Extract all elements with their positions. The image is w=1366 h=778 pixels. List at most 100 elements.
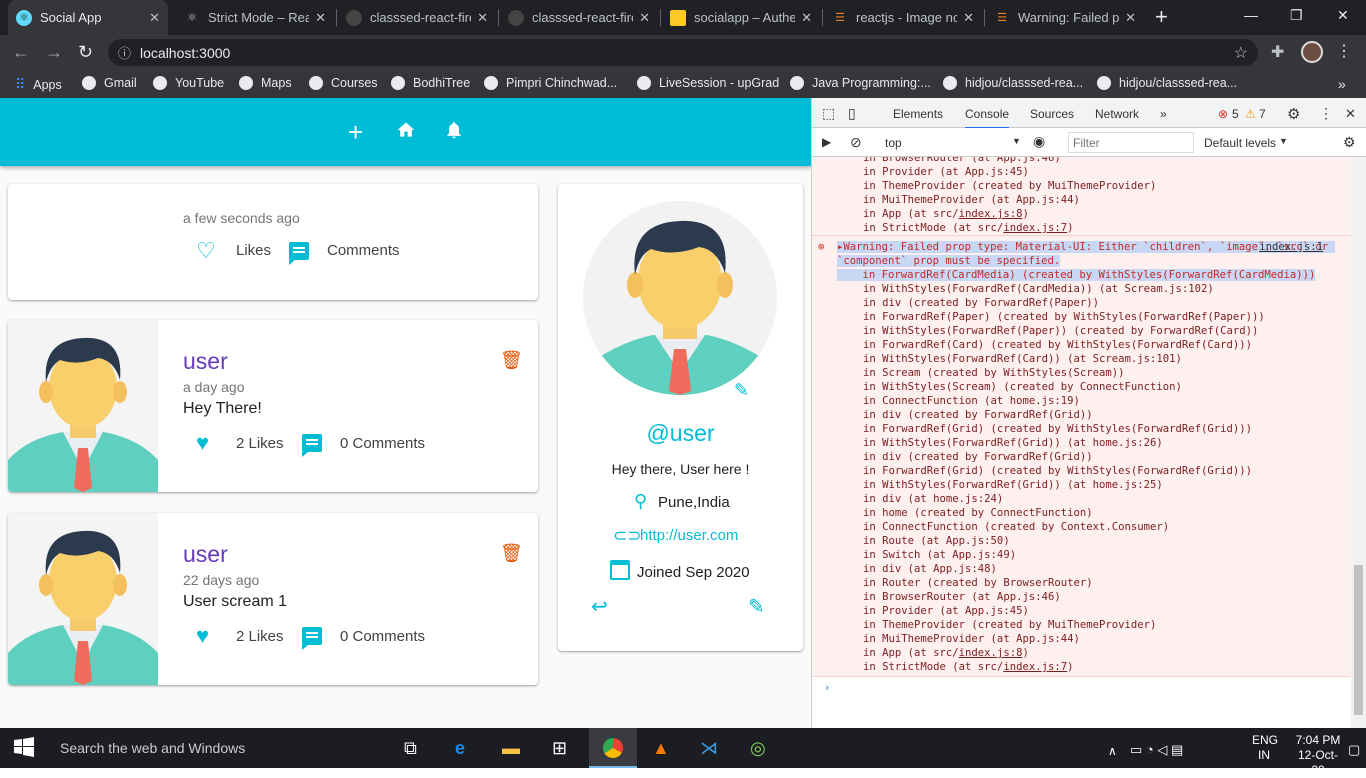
tab-social-app[interactable]: ⚛ Social App ✕ <box>8 0 168 35</box>
windows-start-icon[interactable] <box>14 737 34 762</box>
comment-icon[interactable] <box>289 242 309 265</box>
menu-icon[interactable]: ⋮ <box>1336 41 1352 61</box>
tray-icons[interactable]: ▭ ◔ ◁ ▤ <box>1130 739 1183 761</box>
warning-source-link[interactable]: index.js:1 <box>1259 240 1323 254</box>
post-username[interactable]: user <box>183 348 228 375</box>
edit-image-icon[interactable]: ✎ <box>734 380 749 401</box>
logout-icon[interactable]: ↩ <box>591 594 608 619</box>
tab-title: Strict Mode – React <box>208 10 310 25</box>
profile-website-link[interactable]: http://user.com <box>640 527 738 544</box>
profile-handle[interactable]: @user <box>558 420 803 447</box>
minimize-icon[interactable]: — <box>1244 7 1258 23</box>
tab-sources[interactable]: Sources <box>1030 107 1074 121</box>
forward-icon[interactable]: → <box>45 41 63 63</box>
more-tabs-icon[interactable]: » <box>1160 107 1167 121</box>
chevron-down-icon: ▼ <box>1012 136 1021 146</box>
language-indicator[interactable]: ENG IN <box>1252 733 1278 763</box>
tab-warning-failed[interactable]: ☰ Warning: Failed pr ✕ <box>986 0 1144 35</box>
device-toggle-icon[interactable]: ▯ <box>848 105 856 122</box>
warning-count-icon[interactable]: ⚠ <box>1245 107 1256 121</box>
comment-icon[interactable] <box>302 627 322 650</box>
new-tab-icon[interactable]: + <box>1155 5 1168 29</box>
app-icon[interactable]: ◎ <box>750 737 766 759</box>
bookmark-bodhitree[interactable]: BodhiTree <box>391 76 470 90</box>
more-bookmarks-icon[interactable]: » <box>1338 76 1346 92</box>
like-outline-icon[interactable]: ♡ <box>196 240 216 262</box>
bookmark-gmail[interactable]: Gmail <box>82 76 137 90</box>
bookmark-maps[interactable]: Maps <box>239 76 292 90</box>
close-icon[interactable]: ✕ <box>1125 10 1136 26</box>
filter-input[interactable] <box>1068 132 1194 153</box>
close-icon[interactable]: ✕ <box>149 10 160 26</box>
reload-icon[interactable]: ↻ <box>78 41 93 63</box>
home-icon[interactable] <box>396 120 416 145</box>
bookmark-hidjou-1[interactable]: hidjou/classsed-rea... <box>943 76 1083 90</box>
clear-console-icon[interactable]: ⊘ <box>850 134 862 151</box>
context-selector[interactable]: top <box>885 136 902 150</box>
eye-icon[interactable]: ◉ <box>1033 133 1045 150</box>
tab-reactjs-image[interactable]: ☰ reactjs - Image no ✕ <box>824 0 982 35</box>
chrome-taskbar-button[interactable] <box>589 728 637 768</box>
tray-chevron-icon[interactable]: ∧ <box>1108 740 1117 762</box>
delete-icon[interactable]: 🗑 <box>500 543 523 564</box>
console-settings-icon[interactable]: ⚙ <box>1343 134 1356 151</box>
console-scrollbar[interactable] <box>1351 157 1366 728</box>
profile-avatar[interactable] <box>1301 41 1323 63</box>
vscode-icon[interactable]: ⋊ <box>700 737 718 759</box>
warning-count[interactable]: 7 <box>1259 107 1266 121</box>
close-icon[interactable]: ✕ <box>963 10 974 26</box>
star-icon[interactable]: ☆ <box>1234 43 1248 63</box>
clock[interactable]: 7:04 PM 12-Oct-20 <box>1293 733 1343 778</box>
devtools-menu-icon[interactable]: ⋮ <box>1319 105 1333 122</box>
tab-network[interactable]: Network <box>1095 107 1139 121</box>
taskbar-search[interactable]: Search the web and Windows <box>60 740 245 756</box>
like-filled-icon[interactable]: ♥ <box>196 432 209 454</box>
post-username[interactable]: user <box>183 541 228 568</box>
bookmark-courses[interactable]: Courses <box>309 76 378 90</box>
inspect-icon[interactable]: ⬚ <box>822 105 835 122</box>
tab-classsed-1[interactable]: classsed-react-fire ✕ <box>338 0 496 35</box>
file-explorer-icon[interactable]: ▬ <box>502 737 520 759</box>
bookmark-livesession[interactable]: LiveSession - upGrad <box>637 76 779 90</box>
back-icon[interactable]: ← <box>12 41 30 63</box>
maximize-icon[interactable]: ❐ <box>1290 7 1303 24</box>
task-view-icon[interactable]: ⧉ <box>404 737 417 759</box>
delete-icon[interactable]: 🗑 <box>500 350 523 371</box>
likes-count: 2 Likes <box>236 628 284 645</box>
bookmark-youtube[interactable]: YouTube <box>153 76 224 90</box>
vlc-icon[interactable]: ▲ <box>652 737 670 759</box>
scrollbar-thumb[interactable] <box>1354 565 1363 715</box>
edge-icon[interactable]: e <box>455 737 465 759</box>
close-window-icon[interactable]: ✕ <box>1337 7 1349 24</box>
bookmark-java[interactable]: Java Programming:... <box>790 76 931 90</box>
bookmark-apps[interactable]: ⠿ Apps <box>15 76 62 93</box>
tab-socialapp-auth[interactable]: socialapp – Authen ✕ <box>662 0 820 35</box>
like-filled-icon[interactable]: ♥ <box>196 625 209 647</box>
error-count[interactable]: 5 <box>1232 107 1239 121</box>
notifications-icon[interactable] <box>444 120 464 145</box>
tab-classsed-2[interactable]: classsed-react-fire ✕ <box>500 0 658 35</box>
tab-elements[interactable]: Elements <box>893 107 943 121</box>
error-count-icon[interactable]: ⊗ <box>1218 107 1228 121</box>
settings-gear-icon[interactable]: ⚙ <box>1287 105 1300 123</box>
log-levels-dropdown[interactable]: Default levels <box>1204 136 1276 150</box>
store-icon[interactable]: ⊞ <box>552 737 567 759</box>
close-icon[interactable]: ✕ <box>801 10 812 26</box>
tab-console[interactable]: Console <box>965 107 1010 129</box>
tab-title: classsed-react-fire <box>370 10 472 25</box>
comment-icon[interactable] <box>302 434 322 457</box>
close-devtools-icon[interactable]: ✕ <box>1345 106 1356 122</box>
bookmark-pimpri[interactable]: Pimpri Chinchwad... <box>484 76 617 90</box>
bookmark-hidjou-2[interactable]: hidjou/classsed-rea... <box>1097 76 1237 90</box>
close-icon[interactable]: ✕ <box>477 10 488 26</box>
edit-profile-icon[interactable]: ✎ <box>748 594 765 619</box>
tab-strict-mode[interactable]: ⚛ Strict Mode – React ✕ <box>176 0 334 35</box>
extensions-icon[interactable]: ✚ <box>1271 42 1284 62</box>
close-icon[interactable]: ✕ <box>315 10 326 26</box>
sidebar-toggle-icon[interactable]: ▶ <box>822 135 831 149</box>
address-bar[interactable]: ⓘ localhost:3000 ☆ <box>108 39 1258 66</box>
console-prompt[interactable]: › <box>812 677 1351 695</box>
add-post-icon[interactable]: + <box>348 119 363 145</box>
notification-center-icon[interactable]: ▢ <box>1348 739 1360 761</box>
close-icon[interactable]: ✕ <box>639 10 650 26</box>
